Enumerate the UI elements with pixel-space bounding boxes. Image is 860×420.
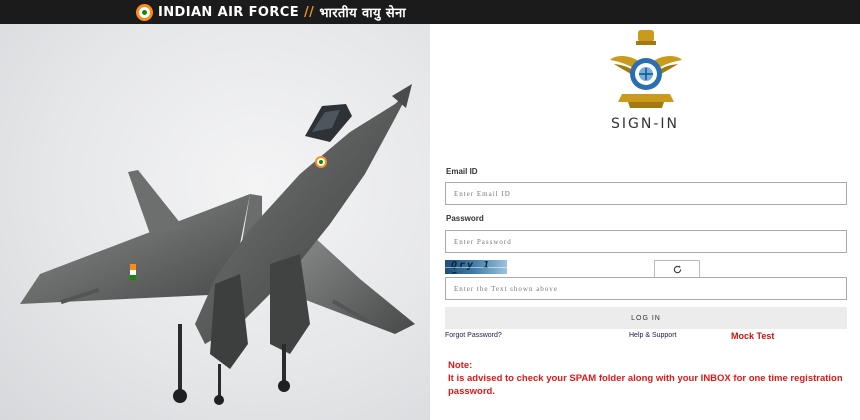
captcha-input[interactable] — [445, 277, 847, 300]
note-heading: Note: — [448, 360, 473, 371]
mock-test-link[interactable]: Mock Test — [731, 331, 774, 341]
log-in-button[interactable]: LOG IN — [445, 307, 847, 329]
brand-title-hindi: भारतीय वायु सेना — [319, 6, 407, 21]
brand-separator: // — [304, 4, 315, 20]
sign-in-heading: SIGN-IN — [611, 116, 679, 132]
brand-title-english: INDIAN AIR FORCE — [158, 4, 300, 20]
refresh-icon — [673, 265, 681, 273]
password-label: Password — [446, 214, 484, 223]
hero-jet-photo — [0, 24, 430, 420]
roundel-icon — [136, 3, 153, 21]
forgot-password-link[interactable]: Forgot Password? — [445, 332, 502, 339]
note-text: It is advised to check your SPAM folder … — [448, 373, 843, 397]
site-brand[interactable]: INDIAN AIR FORCE // भारतीय वायु सेना — [136, 3, 406, 21]
help-support-link[interactable]: Help & Support — [629, 332, 676, 339]
sign-in-panel: SIGN-IN Email ID Password Qry 1 5 LOG IN… — [430, 24, 860, 420]
password-field[interactable] — [445, 230, 847, 253]
spam-note: Note: It is advised to check your SPAM f… — [448, 359, 858, 398]
captcha-image: Qry 1 5 — [445, 260, 507, 274]
email-field[interactable] — [445, 182, 847, 205]
top-header-bar: INDIAN AIR FORCE // भारतीय वायु सेना — [0, 0, 860, 24]
captcha-text: Qry 1 5 — [451, 260, 492, 274]
fighter-jet-image — [20, 84, 415, 405]
captcha-refresh-button[interactable] — [654, 260, 700, 278]
iaf-emblem-icon — [610, 30, 682, 108]
email-label: Email ID — [446, 167, 478, 176]
